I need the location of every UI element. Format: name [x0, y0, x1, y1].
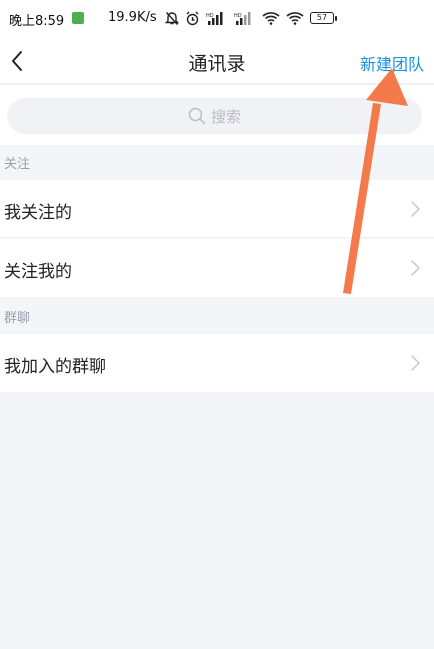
- wifi-1-icon: [262, 11, 280, 25]
- network-speed: 19.9K/s: [108, 10, 157, 25]
- new-team-button[interactable]: 新建团队: [360, 51, 424, 75]
- status-time: 晚上8:59: [9, 14, 65, 29]
- list-item-label: 关注我的: [4, 262, 72, 282]
- list-item-followers[interactable]: 关注我的: [0, 239, 434, 297]
- chevron-right-icon: [411, 201, 420, 217]
- signal-hd-1-icon: HD: [206, 11, 228, 26]
- search-area: 搜索: [0, 85, 434, 145]
- divider: [0, 237, 434, 238]
- chevron-right-icon: [411, 355, 420, 371]
- status-icons: HD HD 57: [165, 9, 337, 27]
- section-label-groups: 群聊: [4, 311, 31, 326]
- signal-hd-2-icon: HD: [234, 11, 256, 26]
- app-notification-icon: [72, 12, 84, 24]
- status-bar: 晚上8:59 19.9K/s HD HD 57: [0, 0, 434, 38]
- search-icon: [188, 107, 206, 125]
- wifi-2-icon: [286, 11, 304, 25]
- nav-bar: 通讯录 新建团队: [0, 38, 434, 84]
- mute-bell-icon: [165, 11, 179, 26]
- list-item-joined-groups[interactable]: 我加入的群聊: [0, 334, 434, 392]
- list-item-following[interactable]: 我关注的: [0, 180, 434, 238]
- chevron-right-icon: [411, 260, 420, 276]
- search-placeholder: 搜索: [210, 107, 241, 126]
- section-label-follow: 关注: [4, 157, 31, 172]
- list-item-label: 我加入的群聊: [4, 357, 106, 377]
- battery-icon: 57: [310, 12, 337, 24]
- contacts-screen: 晚上8:59 19.9K/s HD HD 57 通讯录 新建团队 搜索 关注 我…: [0, 0, 434, 649]
- alarm-icon: [185, 11, 200, 26]
- list-item-label: 我关注的: [4, 203, 72, 223]
- search-input[interactable]: 搜索: [7, 98, 422, 134]
